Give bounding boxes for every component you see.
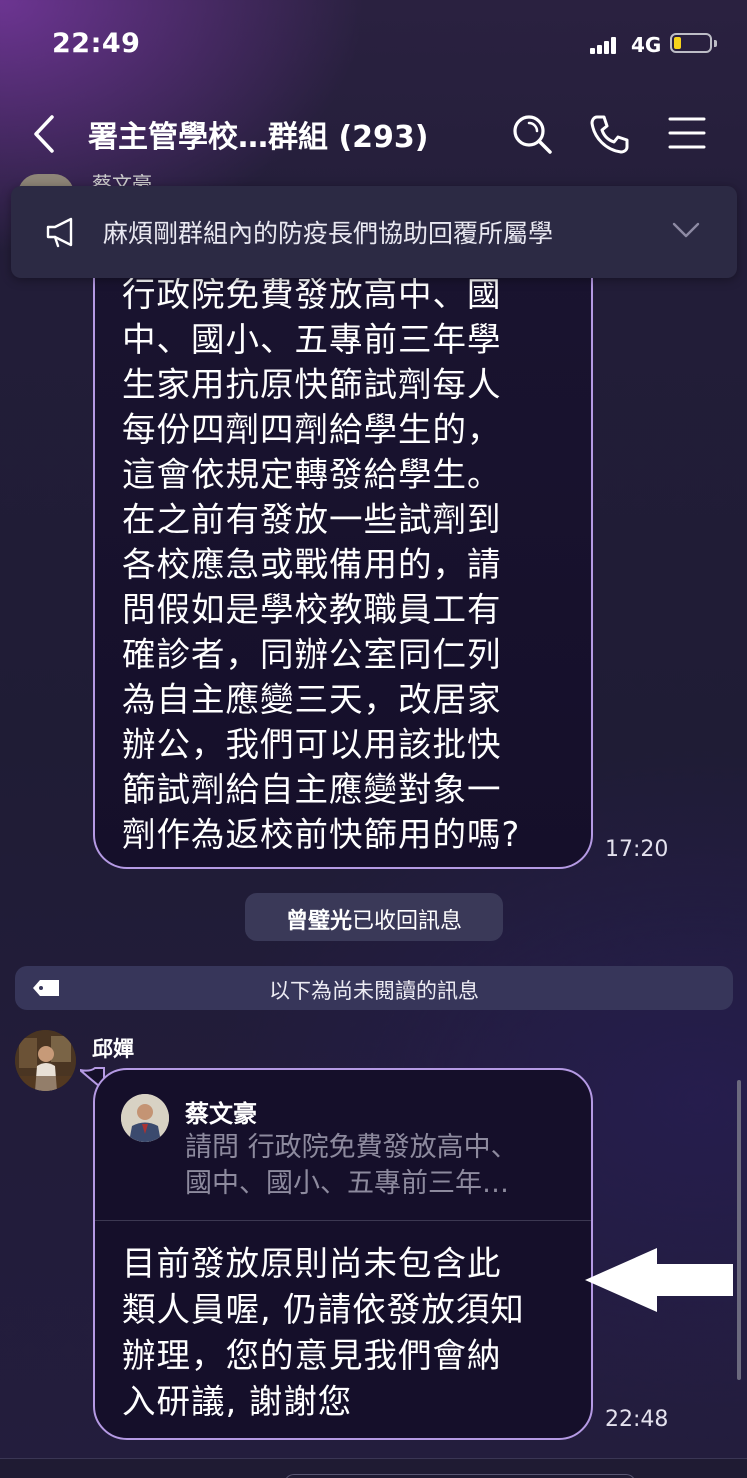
message-line: 辦公，我們可以用該批快: [122, 725, 502, 764]
message-line: 生家用抗原快篩試劑每人: [122, 365, 502, 404]
sender-name-partial: 蔡文豪: [92, 172, 152, 186]
network-type: 4G: [631, 33, 662, 57]
message-line: 目前發放原則尚未包含此: [122, 1244, 502, 1283]
menu-icon[interactable]: [668, 115, 706, 151]
search-icon[interactable]: [510, 112, 554, 156]
message-line: 入研議, 謝謝您: [122, 1382, 353, 1421]
message-line: 每份四劑四劑給學生的，: [122, 410, 502, 449]
reply-avatar: [121, 1094, 169, 1142]
sender-name: 邱嬋: [92, 1037, 134, 1061]
chat-title[interactable]: 署主管學校…群組 (293): [88, 112, 429, 156]
recall-notice-message: 已收回訊息: [352, 909, 463, 934]
chevron-down-icon[interactable]: [671, 218, 701, 242]
message-line: 中、國小、五專前三年學: [122, 320, 502, 359]
battery-level: [674, 37, 681, 49]
message-line: 各校應急或戰備用的，請: [122, 545, 502, 584]
message-line: 問假如是學校教職員工有: [122, 590, 502, 629]
message-line: 為自主應變三天，改居家: [122, 680, 502, 719]
recall-notice-text: 曾璧光已收回訊息: [245, 903, 503, 935]
call-icon[interactable]: [588, 112, 632, 156]
unread-divider: 以下為尚未閱讀的訊息: [15, 966, 733, 1010]
reply-sender-name: 蔡文豪: [185, 1100, 257, 1128]
status-time: 22:49: [52, 28, 141, 59]
annotation-arrow-icon: [585, 1248, 733, 1312]
message-text[interactable]: 目前發放原則尚未包含此 類人員喔, 仍請依發放須知 辦理，您的意見我們會納 入研…: [122, 1241, 572, 1425]
message-line: 確診者，同辦公室同仁列: [122, 635, 502, 674]
message-line: 篩試劑給自主應變對象一: [122, 770, 502, 809]
scrollbar[interactable]: [737, 1080, 741, 1380]
back-icon[interactable]: [28, 112, 62, 156]
reply-preview-line: 國中、國小、五專前三年…: [185, 1168, 509, 1199]
message-line: 辦理，您的意見我們會納: [122, 1336, 502, 1375]
message-line: 劑作為返校前快篩用的嗎?: [122, 815, 521, 854]
announcement-text: 麻煩剛群組內的防疫長們協助回覆所屬學: [103, 219, 554, 248]
reply-preview[interactable]: 請問 行政院免費發放高中、 國中、國小、五專前三年…: [185, 1130, 565, 1202]
recall-notice: 曾璧光已收回訊息: [245, 893, 503, 941]
message-timestamp: 22:48: [605, 1407, 669, 1432]
reply-preview-line: 請問 行政院免費發放高中、: [185, 1132, 518, 1163]
message-line: 類人員喔, 仍請依發放須知: [122, 1290, 525, 1329]
unread-divider-text: 以下為尚未閱讀的訊息: [269, 979, 479, 1003]
message-line: 行政院免費發放高中、國: [122, 275, 502, 314]
message-input[interactable]: [284, 1474, 636, 1478]
signal-strength-icon: [590, 36, 620, 54]
avatar[interactable]: [15, 1030, 76, 1091]
message-line: 在之前有發放一些試劑到: [122, 500, 502, 539]
announcement-banner[interactable]: 麻煩剛群組內的防疫長們協助回覆所屬學: [11, 186, 737, 278]
battery-icon: [670, 33, 717, 53]
reply-divider: [95, 1220, 591, 1221]
message-timestamp: 17:20: [605, 837, 669, 862]
megaphone-icon: [46, 217, 73, 248]
message-line: 這會依規定轉發給學生。: [122, 455, 502, 494]
message-text[interactable]: 行政院免費發放高中、國 中、國小、五專前三年學 生家用抗原快篩試劑每人 每份四劑…: [122, 272, 562, 857]
recall-notice-name: 曾璧光: [285, 909, 352, 934]
